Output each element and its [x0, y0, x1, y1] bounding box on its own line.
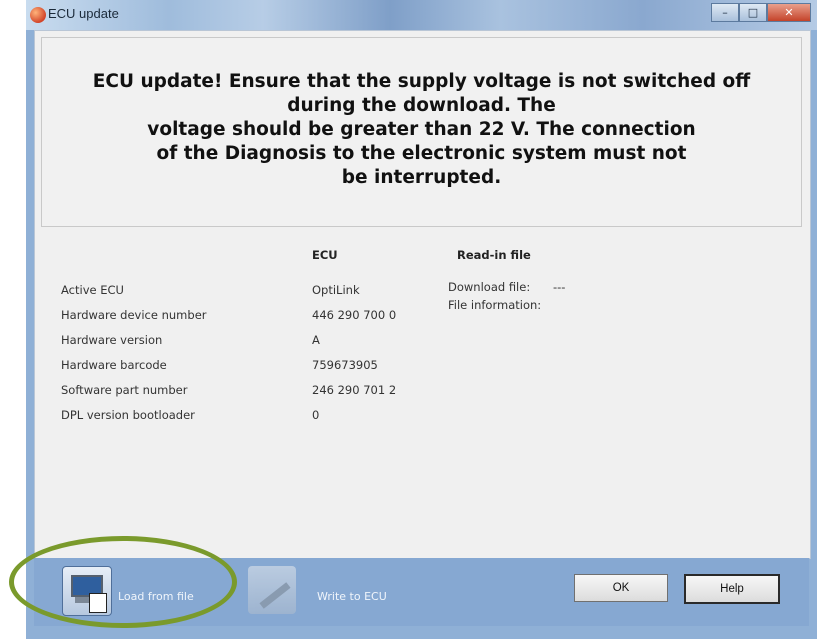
row-label-hw-barcode: Hardware barcode — [61, 358, 167, 372]
warning-panel: ECU update! Ensure that the supply volta… — [41, 37, 802, 227]
column-header-ecu: ECU — [312, 248, 338, 262]
title-bar[interactable]: ECU update – □ ✕ — [26, 0, 817, 30]
close-icon[interactable]: ✕ — [767, 3, 811, 22]
warning-line: ECU update! Ensure that the supply volta… — [92, 71, 751, 92]
minimize-icon[interactable]: – — [711, 3, 739, 22]
row-value-sw-part-number: 246 290 701 2 — [312, 383, 397, 397]
row-label-sw-part-number: Software part number — [61, 383, 188, 397]
row-value-dpl-bootloader: 0 — [312, 408, 320, 422]
window-controls: – □ ✕ — [711, 3, 811, 22]
window-title: ECU update — [48, 6, 119, 21]
dialog-body: ECU update! Ensure that the supply volta… — [34, 30, 811, 559]
warning-line: voltage should be greater than 22 V. The… — [147, 119, 696, 140]
row-value-hw-barcode: 759673905 — [312, 358, 378, 372]
ok-button[interactable]: OK — [574, 574, 668, 602]
row-label-dpl-bootloader: DPL version bootloader — [61, 408, 195, 422]
write-to-ecu-label[interactable]: Write to ECU — [317, 590, 387, 603]
warning-line: of the Diagnosis to the electronic syste… — [156, 143, 687, 164]
write-to-ecu-button[interactable] — [248, 566, 296, 614]
row-value-hw-device-number: 446 290 700 0 — [312, 308, 397, 322]
app-icon — [30, 7, 46, 23]
column-header-read-in-file: Read-in file — [457, 248, 531, 262]
warning-line: during the download. The — [287, 95, 556, 116]
row-value-active-ecu: OptiLink — [312, 283, 360, 297]
row-label-active-ecu: Active ECU — [61, 283, 124, 297]
row-value-hw-version: A — [312, 333, 320, 347]
help-button[interactable]: Help — [684, 574, 780, 604]
row-label-hw-device-number: Hardware device number — [61, 308, 207, 322]
warning-message: ECU update! Ensure that the supply volta… — [72, 70, 771, 190]
maximize-icon[interactable]: □ — [739, 3, 767, 22]
highlight-ellipse — [9, 536, 237, 628]
row-label-hw-version: Hardware version — [61, 333, 163, 347]
download-file-label: Download file: — [448, 280, 531, 294]
file-information-label: File information: — [448, 298, 542, 312]
warning-line: be interrupted. — [341, 167, 502, 188]
pencil-icon — [259, 582, 291, 609]
download-file-value: --- — [553, 280, 566, 294]
